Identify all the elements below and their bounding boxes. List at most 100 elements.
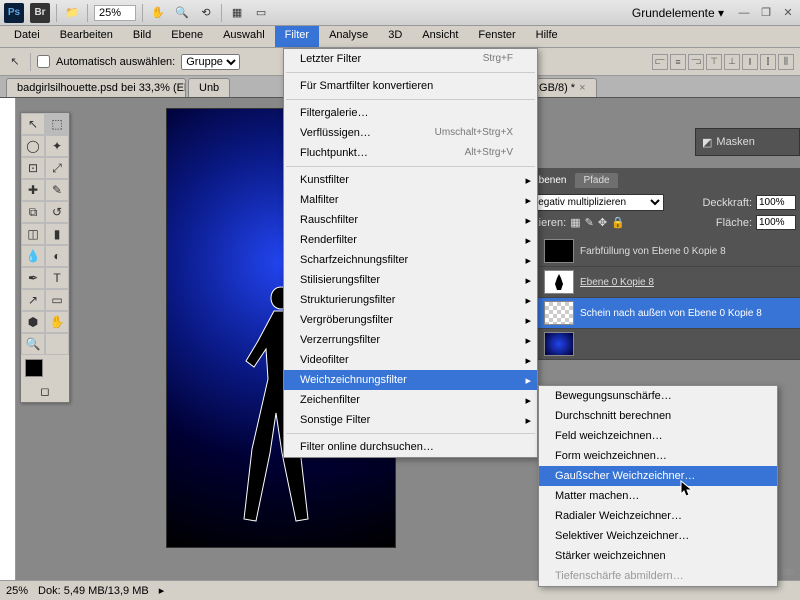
zoom-icon[interactable]: 🔍 <box>173 4 191 22</box>
zoom-tool[interactable]: 🔍 <box>21 333 45 355</box>
submenu-staerker-weichzeichnen[interactable]: Stärker weichzeichnen <box>539 546 777 566</box>
align-icon[interactable]: ⫿ <box>760 54 776 70</box>
marquee-tool[interactable]: ⬚ <box>45 113 69 135</box>
align-icon[interactable]: ⊤ <box>706 54 722 70</box>
gradient-tool[interactable]: ▮ <box>45 223 69 245</box>
rotate-icon[interactable]: ⟲ <box>197 4 215 22</box>
menu-item-browse-filters[interactable]: Filter online durchsuchen… <box>284 437 537 457</box>
menu-item-strukturierungsfilter[interactable]: Strukturierungsfilter <box>284 290 537 310</box>
heal-tool[interactable]: ✚ <box>21 179 45 201</box>
submenu-matter-machen[interactable]: Matter machen… <box>539 486 777 506</box>
folder-icon[interactable]: 📁 <box>63 4 81 22</box>
workspace-select[interactable]: Grundelemente ▾ <box>626 4 730 22</box>
lock-transparency-icon[interactable]: ▦ <box>570 216 580 229</box>
align-icon[interactable]: ⫍ <box>652 54 668 70</box>
masken-panel[interactable]: ◩ Masken <box>695 128 800 156</box>
path-tool[interactable]: ↗ <box>21 289 45 311</box>
bridge-logo-icon[interactable]: Br <box>30 3 50 23</box>
align-icon[interactable]: ≡ <box>670 54 686 70</box>
menu-item-vergroeberungsfilter[interactable]: Vergröberungsfilter <box>284 310 537 330</box>
3d-tool[interactable]: ⬢ <box>21 311 45 333</box>
brush-tool[interactable]: ✎ <box>45 179 69 201</box>
minimize-icon[interactable]: — <box>736 6 752 20</box>
menu-bild[interactable]: Bild <box>123 26 161 47</box>
color-swatch[interactable] <box>21 355 69 381</box>
menu-filter[interactable]: Filter <box>275 26 319 47</box>
stamp-tool[interactable]: ⧉ <box>21 201 45 223</box>
lasso-tool[interactable]: ◯ <box>21 135 45 157</box>
submenu-form-weichzeichnen[interactable]: Form weichzeichnen… <box>539 446 777 466</box>
menu-3d[interactable]: 3D <box>378 26 412 47</box>
menu-item-vanishing-point[interactable]: Fluchtpunkt…Alt+Strg+V <box>284 143 537 163</box>
menu-item-malfilter[interactable]: Malfilter <box>284 190 537 210</box>
menu-ebene[interactable]: Ebene <box>161 26 213 47</box>
doc-tab[interactable]: badgirlsilhouette.psd bei 33,3% (Ebe…× <box>6 78 186 97</box>
layer-row[interactable]: 👁 <box>520 329 800 360</box>
lock-pixels-icon[interactable]: ✎ <box>585 216 594 229</box>
submenu-durchschnitt[interactable]: Durchschnitt berechnen <box>539 406 777 426</box>
history-brush-tool[interactable]: ↺ <box>45 201 69 223</box>
menu-bearbeiten[interactable]: Bearbeiten <box>50 26 123 47</box>
menu-hilfe[interactable]: Hilfe <box>526 26 568 47</box>
eraser-tool[interactable]: ◫ <box>21 223 45 245</box>
lock-all-icon[interactable]: 🔒 <box>611 216 625 229</box>
align-icon[interactable]: ⫾ <box>742 54 758 70</box>
menu-item-kunstfilter[interactable]: Kunstfilter <box>284 170 537 190</box>
hand-tool[interactable]: ✋ <box>45 311 69 333</box>
screen-mode-icon[interactable]: ▭ <box>252 4 270 22</box>
submenu-selektiver-weichzeichner[interactable]: Selektiver Weichzeichner… <box>539 526 777 546</box>
chevron-right-icon[interactable]: ▸ <box>159 584 165 597</box>
dodge-tool[interactable]: ◐ <box>45 245 69 267</box>
wand-tool[interactable]: ✦ <box>45 135 69 157</box>
pen-tool[interactable]: ✒ <box>21 267 45 289</box>
align-icon[interactable]: ⫼ <box>778 54 794 70</box>
menu-item-weichzeichnungsfilter[interactable]: Weichzeichnungsfilter <box>284 370 537 390</box>
menu-item-zeichenfilter[interactable]: Zeichenfilter <box>284 390 537 410</box>
menu-item-renderfilter[interactable]: Renderfilter <box>284 230 537 250</box>
group-select[interactable]: Gruppe <box>181 54 240 70</box>
layer-row[interactable]: 👁Schein nach außen von Ebene 0 Kopie 8 <box>520 298 800 329</box>
menu-fenster[interactable]: Fenster <box>468 26 525 47</box>
menu-item-filter-gallery[interactable]: Filtergalerie… <box>284 103 537 123</box>
menu-item-rauschfilter[interactable]: Rauschfilter <box>284 210 537 230</box>
move-tool-icon[interactable]: ↖ <box>6 53 24 71</box>
lock-position-icon[interactable]: ✥ <box>598 216 607 229</box>
restore-icon[interactable]: ❐ <box>758 6 774 20</box>
opacity-input[interactable] <box>756 195 796 210</box>
menu-item-smart-filter[interactable]: Für Smartfilter konvertieren <box>284 76 537 96</box>
menu-item-last-filter[interactable]: Letzter FilterStrg+F <box>284 49 537 69</box>
close-icon[interactable]: × <box>579 82 585 94</box>
blend-mode-select[interactable]: Negativ multiplizieren <box>524 194 664 211</box>
tab-pfade[interactable]: Pfade <box>575 173 617 188</box>
quickmask-icon[interactable]: ◻ <box>21 381 69 402</box>
shape-tool[interactable]: ▭ <box>45 289 69 311</box>
menu-item-sonstige-filter[interactable]: Sonstige Filter <box>284 410 537 430</box>
menu-item-videofilter[interactable]: Videofilter <box>284 350 537 370</box>
submenu-bewegungsunschaerfe[interactable]: Bewegungsunschärfe… <box>539 386 777 406</box>
menu-auswahl[interactable]: Auswahl <box>213 26 275 47</box>
submenu-tiefenschaerfe[interactable]: Tiefenschärfe abmildern… <box>539 566 777 586</box>
zoom-select[interactable]: 25% <box>94 5 136 21</box>
eyedropper-tool[interactable]: ⤢ <box>45 157 69 179</box>
fill-input[interactable] <box>756 215 796 230</box>
crop-tool[interactable]: ⊡ <box>21 157 45 179</box>
blur-tool[interactable]: 💧 <box>21 245 45 267</box>
submenu-radialer-weichzeichner[interactable]: Radialer Weichzeichner… <box>539 506 777 526</box>
menu-ansicht[interactable]: Ansicht <box>412 26 468 47</box>
menu-analyse[interactable]: Analyse <box>319 26 378 47</box>
align-icon[interactable]: ⫎ <box>688 54 704 70</box>
menu-item-liquify[interactable]: Verflüssigen…Umschalt+Strg+X <box>284 123 537 143</box>
doc-tab[interactable]: Unb <box>188 78 230 97</box>
menu-item-scharfzeichnungsfilter[interactable]: Scharfzeichnungsfilter <box>284 250 537 270</box>
move-tool[interactable]: ↖ <box>21 113 45 135</box>
submenu-gausscher-weichzeichner[interactable]: Gaußscher Weichzeichner… <box>539 466 777 486</box>
layer-row[interactable]: 👁Ebene 0 Kopie 8 <box>520 267 800 298</box>
layer-row[interactable]: 👁Farbfüllung von Ebene 0 Kopie 8 <box>520 236 800 267</box>
hand-icon[interactable]: ✋ <box>149 4 167 22</box>
arrange-icon[interactable]: ▦ <box>228 4 246 22</box>
type-tool[interactable]: T <box>45 267 69 289</box>
submenu-feld-weichzeichnen[interactable]: Feld weichzeichnen… <box>539 426 777 446</box>
auto-select-checkbox[interactable] <box>37 55 50 68</box>
status-zoom[interactable]: 25% <box>6 585 28 597</box>
menu-datei[interactable]: Datei <box>4 26 50 47</box>
